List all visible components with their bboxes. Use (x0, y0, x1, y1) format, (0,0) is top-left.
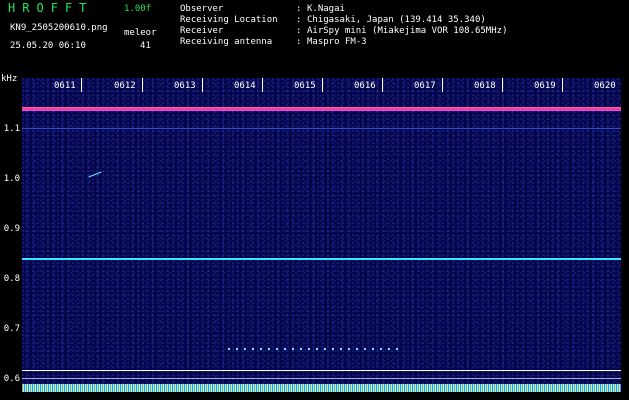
app-version: 1.00f (124, 4, 152, 14)
datetime: 25.05.20 06:10 (10, 41, 86, 51)
antenna-value: Maspro FM-3 (307, 37, 367, 47)
time-label-0619: 0619 (534, 81, 556, 91)
observer-sep: : (296, 4, 302, 14)
carrier-line (22, 107, 621, 111)
time-gridline (502, 78, 503, 92)
filename: KN9_2505200610.png (10, 23, 108, 33)
strong-signal-line (22, 258, 621, 260)
y-tick-0.6: 0.6 (3, 374, 20, 384)
time-label-0615: 0615 (294, 81, 316, 91)
bottom-noise-band (22, 384, 621, 392)
faint-line (22, 128, 621, 129)
time-gridline (382, 78, 383, 92)
antenna-key: Receiving antenna (180, 37, 273, 47)
y-tick-1.1: 1.1 (3, 124, 20, 134)
time-label-0612: 0612 (114, 81, 136, 91)
time-label-0620: 0620 (594, 81, 616, 91)
time-gridline (142, 78, 143, 92)
time-gridline (262, 78, 263, 92)
receiver-key: Receiver (180, 26, 224, 36)
meteor-echo (88, 171, 102, 178)
time-label-0614: 0614 (234, 81, 256, 91)
location-key: Receiving Location (180, 15, 278, 25)
time-label-0611: 0611 (54, 81, 76, 91)
location-sep: : (296, 15, 302, 25)
observer-key: Observer (180, 4, 224, 14)
time-label-0617: 0617 (414, 81, 436, 91)
receiver-sep: : (296, 26, 302, 36)
y-tick-0.9: 0.9 (3, 224, 20, 234)
y-tick-1.0: 1.0 (3, 174, 20, 184)
time-label-0613: 0613 (174, 81, 196, 91)
spectrogram: 0611 0612 0613 0614 0615 0616 0617 0618 … (22, 78, 621, 392)
antenna-sep: : (296, 37, 302, 47)
app-name: HROFFT (8, 1, 94, 15)
count: 41 (140, 41, 151, 51)
time-gridline (442, 78, 443, 92)
mode-label: meleor (124, 28, 157, 38)
reference-line (22, 370, 621, 371)
time-label-0616: 0616 (354, 81, 376, 91)
y-axis-unit: kHz (1, 74, 18, 84)
time-gridline (81, 78, 82, 92)
location-value: Chigasaki, Japan (139.414 35.340) (307, 15, 486, 25)
receiver-value: AirSpy mini (Miakejima VOR 108.65MHz) (307, 26, 508, 36)
y-tick-0.7: 0.7 (3, 324, 20, 334)
time-gridline (562, 78, 563, 92)
header-panel: HROFFT 1.00f KN9_2505200610.png meleor 2… (0, 0, 629, 72)
reference-line-2 (22, 378, 621, 379)
time-gridline (202, 78, 203, 92)
y-tick-0.8: 0.8 (3, 274, 20, 284)
time-gridline (322, 78, 323, 92)
observer-value: K.Nagai (307, 4, 345, 14)
time-label-0618: 0618 (474, 81, 496, 91)
dashed-signal-line (228, 348, 398, 350)
